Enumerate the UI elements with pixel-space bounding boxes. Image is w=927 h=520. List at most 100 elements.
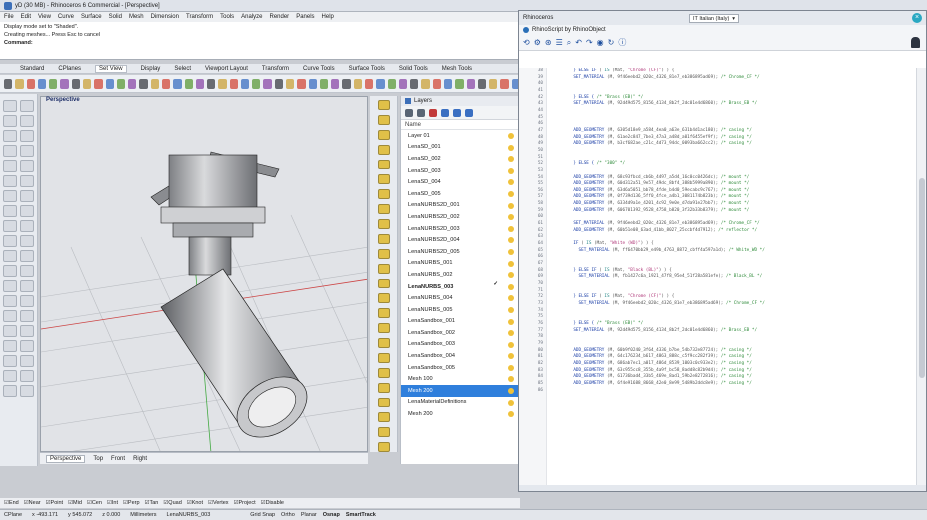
layer-row[interactable]: LenaSandbox_004 [401,350,518,362]
osnap-option[interactable]: ☑ Cen [87,500,102,506]
drawing-tool-icon[interactable] [20,145,34,157]
toolbar-tool-icon[interactable] [173,78,182,89]
toolbar-tool-icon[interactable] [116,78,126,89]
layer-visibility-icon[interactable] [508,295,514,302]
layer-row[interactable]: LenaNURBS2D_005 [401,246,518,258]
layer-visibility-icon[interactable] [508,388,514,395]
toolbar-tool-icon[interactable] [421,78,430,89]
toolbar-tool-icon[interactable] [443,78,453,89]
drawing-tool-icon[interactable] [3,295,17,307]
toolbar-tool-icon[interactable] [477,78,487,89]
layer-row[interactable]: LenaNURBS2D_002 [401,211,518,223]
layer-row[interactable]: LenaSD_004 [401,176,518,188]
perspective-viewport[interactable] [40,96,368,452]
layer-visibility-icon[interactable] [508,272,514,279]
toolbar-tool-icon[interactable] [26,78,35,89]
language-selector[interactable]: IT Italian (Italy) ▾ [689,14,740,23]
toolbar-tool-icon[interactable] [331,78,340,89]
status-cplane[interactable]: CPlane [4,512,22,518]
toolbar-tool-icon[interactable] [297,78,306,89]
drawing-tool-icon[interactable] [3,160,17,172]
menu-item[interactable]: Panels [296,14,314,20]
toolbar-tool-icon[interactable] [49,78,58,89]
toolbar-tool-icon[interactable] [161,78,171,89]
toolbar-tab[interactable]: Solid Tools [399,66,428,72]
menu-item[interactable]: Help [322,14,334,20]
drawing-tool-icon[interactable] [3,250,17,262]
drawing-tool-icon[interactable] [3,205,17,217]
osnap-option[interactable]: ☑ Int [107,500,118,506]
toolbar-tab[interactable]: Transform [262,66,289,72]
osnap-option[interactable]: ☑ Disable [261,500,284,506]
layer-visibility-icon[interactable] [508,411,514,418]
layer-visibility-icon[interactable] [508,353,514,360]
toolbar-tab[interactable]: Surface Tools [349,66,385,72]
toolbar-tool-icon[interactable] [263,78,272,89]
toolbar-tool-icon[interactable] [37,78,47,89]
drawing-tool-icon[interactable] [20,265,34,277]
toolbar-tool-icon[interactable] [376,78,385,89]
render-tool-icon[interactable] [377,367,390,378]
render-tool-icon[interactable] [377,352,390,363]
layer-row[interactable]: LenaSandbox_005 [401,362,518,374]
toolbar-tool-icon[interactable] [432,78,441,89]
osnap-option[interactable]: ☑ Mid [68,500,82,506]
user-icon[interactable] [911,37,920,48]
render-tool-icon[interactable] [377,412,390,423]
toolbar-tab[interactable]: Mesh Tools [442,66,472,72]
menu-item[interactable]: Render [270,14,290,20]
layer-visibility-icon[interactable] [508,260,514,267]
drawing-tool-icon[interactable] [20,355,34,367]
drawing-tool-icon[interactable] [20,115,34,127]
toolbar-tool-icon[interactable] [71,78,80,89]
code-scrollbar[interactable] [916,68,926,486]
drawing-tool-icon[interactable] [20,370,34,382]
viewport-tab[interactable]: Front [111,456,125,462]
render-tool-icon[interactable] [377,204,390,214]
layer-visibility-icon[interactable] [508,133,514,139]
new-layer-icon[interactable] [405,108,413,117]
toolbar-tool-icon[interactable] [105,78,114,89]
drawing-tool-icon[interactable] [20,175,34,187]
render-tool-icon[interactable] [377,338,390,348]
layer-row[interactable]: LenaNURBS_004 [401,292,518,304]
eye-icon[interactable]: ◉ [597,38,604,47]
toolbar-tab[interactable]: Viewport Layout [205,66,248,72]
status-toggle[interactable]: Grid Snap [250,512,275,518]
toolbar-tool-icon[interactable] [240,78,250,89]
render-tool-icon[interactable] [377,189,390,200]
toolbar-tool-icon[interactable] [229,78,238,89]
layer-visibility-icon[interactable] [508,225,514,232]
toolbar-tool-icon[interactable] [184,78,193,89]
drawing-tool-icon[interactable] [20,295,34,307]
menu-item[interactable]: Tools [220,14,234,20]
render-tool-icon[interactable] [377,293,390,304]
layer-row[interactable]: LenaSD_005 [401,188,518,200]
toolbar-tool-icon[interactable] [455,78,464,89]
layer-visibility-icon[interactable] [508,364,514,371]
render-tool-icon[interactable] [377,100,390,110]
layer-visibility-icon[interactable] [508,179,514,186]
render-tool-icon[interactable] [377,308,390,319]
render-tool-icon[interactable] [377,323,390,333]
drawing-tool-icon[interactable] [20,325,34,337]
status-toggle[interactable]: Ortho [281,512,295,518]
toolbar-tool-icon[interactable] [82,78,92,89]
layer-visibility-icon[interactable] [508,341,514,348]
filter-icon[interactable] [465,108,473,117]
layer-visibility-icon[interactable] [508,144,514,151]
layer-row[interactable]: LenaNURBS_001 [401,258,518,270]
layer-visibility-icon[interactable] [508,237,514,244]
menu-item[interactable]: Transform [186,14,213,20]
move-up-icon[interactable] [441,108,449,117]
code-area[interactable]: 38 39 40 41 42 43 44 45 46 47 48 49 50 51 52 53 54 55 56 57… [519,68,915,486]
layer-row[interactable]: LenaNURBS2D_004 [401,234,518,246]
menu-item[interactable]: Curve [58,14,74,20]
layer-row[interactable]: LenaNURBS_003 ✓ [401,281,518,293]
render-tool-icon[interactable] [377,144,390,155]
render-tool-icon[interactable] [377,278,390,289]
toolbar-tool-icon[interactable] [207,78,216,89]
drawing-tool-icon[interactable] [20,190,34,202]
menu-item[interactable]: View [38,14,51,20]
toolbar-tool-icon[interactable] [274,78,284,89]
